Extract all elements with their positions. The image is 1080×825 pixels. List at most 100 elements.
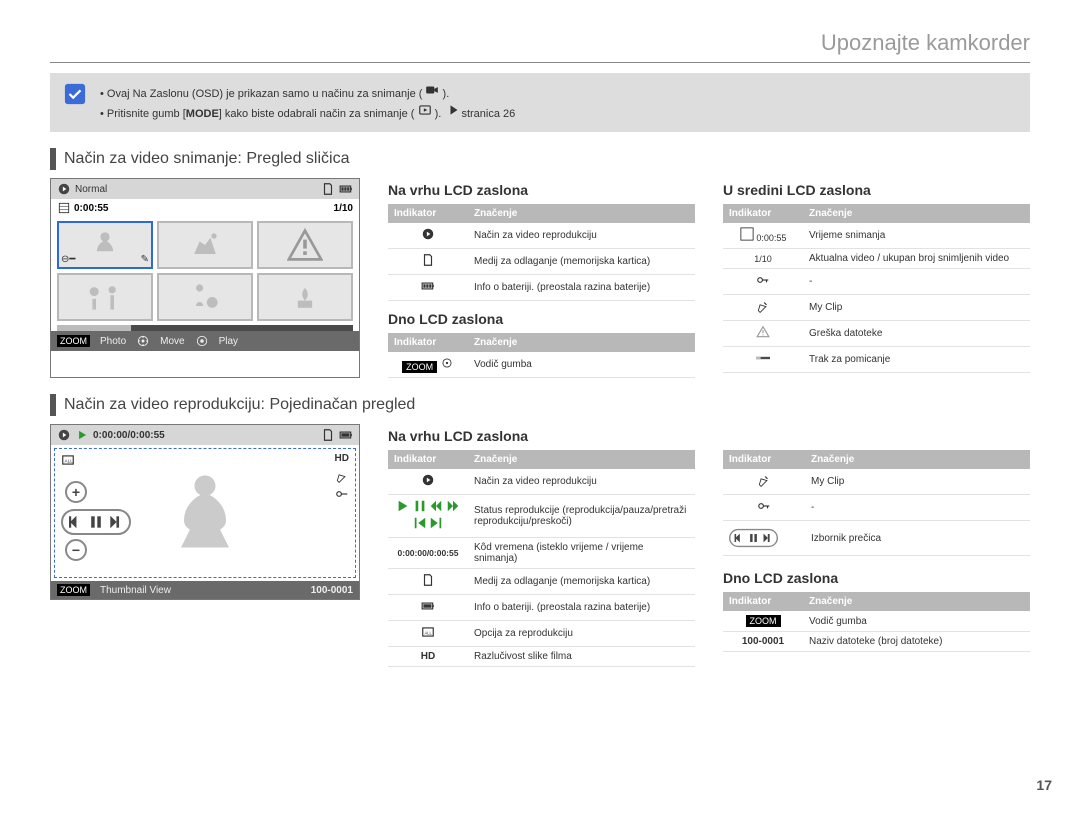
lcd-bottom-bar: ZOOM Photo Move Play [51,331,359,351]
svg-text:ALL: ALL [425,630,433,635]
battery-icon [421,599,435,613]
table-row: - [723,495,1030,521]
zoom-chip: ZOOM [746,615,781,627]
bottom-photo-label: Photo [100,336,126,347]
thumbnail-item[interactable] [157,221,253,269]
check-icon [64,83,86,105]
myclip-icon [756,299,770,313]
thumbnail-item[interactable]: ⊖━ ✎ [57,221,153,269]
table-row: Način za video reprodukciju [388,223,695,249]
next-icon[interactable] [107,513,125,531]
mode-label: Normal [75,184,107,195]
section-thumbnail-heading: Način za video snimanje: Pregled sličica [50,148,1030,170]
section2-middle-col: Na vrhu LCD zaslona IndikatorZnačenje Na… [388,424,695,667]
play-icon [396,499,410,513]
lcd-bottom-bar: ZOOM Thumbnail View 100-0001 [51,581,359,599]
sub-heading: Na vrhu LCD zaslona [388,428,695,444]
section1-right-col: U sredini LCD zaslona IndikatorZnačenje … [723,178,1030,378]
table-row: Info o bateriji. (preostala razina bater… [388,595,695,621]
thumbnail-item[interactable] [157,273,253,321]
table-center-lcd: IndikatorZnačenje 0:00:55Vrijeme snimanj… [723,204,1030,373]
table-row: Medij za odlaganje (memorijska kartica) [388,249,695,275]
battery-icon [339,182,353,196]
thumbnail-item[interactable] [257,221,353,269]
play-mode-icon [418,103,432,117]
section1-middle-col: Na vrhu LCD zaslona IndikatorZnačenje Na… [388,178,695,378]
bottom-move-label: Move [160,336,184,347]
sub-heading: Na vrhu LCD zaslona [388,182,695,198]
note-box: • Ovaj Na Zaslonu (OSD) je prikazan samo… [50,73,1030,132]
scrollbar-icon [756,351,770,365]
table-row: My Clip [723,469,1030,495]
table-right-top: IndikatorZnačenje My Clip - Izbornik pre… [723,450,1030,556]
table-right-bottom: IndikatorZnačenje ZOOMVodič gumba 100-00… [723,592,1030,652]
film-icon [57,201,71,215]
time-code: 0:00:00/0:00:55 [93,430,165,441]
skip-prev-icon [413,516,427,530]
table-row: HDRazlučivost slike filma [388,647,695,667]
note-text: • Ovaj Na Zaslonu (OSD) je prikazan samo… [100,83,515,122]
table-row: - [723,269,1030,295]
sub-heading: Dno LCD zaslona [388,311,695,327]
myclip-icon [757,473,771,487]
page-ref-icon [447,103,461,117]
battery-icon [339,428,353,442]
counter: 1/10 [334,203,353,214]
shortcut-menu-icon [729,529,778,547]
thumbnail-grid: ⊖━ ✎ [51,217,359,325]
playback-mode-icon [57,182,71,196]
myclip-icon: ✎ [141,254,149,265]
dancer-silhouette [160,467,250,560]
pause-icon [413,499,427,513]
prev-icon[interactable] [67,513,85,531]
section2-right-col: IndikatorZnačenje My Clip - Izbornik pre… [723,424,1030,652]
table-row: Izbornik prečica [723,521,1030,556]
thumbnail-item[interactable] [57,273,153,321]
battery-icon [421,279,435,293]
zoom-chip: ZOOM [57,584,90,596]
playback-mode-icon [57,428,71,442]
play-all-icon: ALL [421,625,435,639]
table-row: 100-0001Naziv datoteke (broj datoteke) [723,632,1030,652]
file-number: 100-0001 [311,585,353,596]
table-row: ZOOMVodič gumba [723,611,1030,632]
thumbnail-item[interactable] [257,273,353,321]
page-title: Upoznajte kamkorder [50,30,1030,63]
zoom-in-button[interactable]: + [65,481,87,503]
key-icon: ⊖━ [61,254,75,265]
zoom-chip: ZOOM [57,335,90,347]
transport-controls[interactable] [61,509,131,535]
table-row: My Clip [723,295,1030,321]
zoom-out-button[interactable]: − [65,539,87,561]
lcd-single-view: 0:00:00/0:00:55 ALL HD + − ZOOM Thumbnai… [50,424,360,600]
section2-row: 0:00:00/0:00:55 ALL HD + − ZOOM Thumbnai… [50,424,1030,667]
bottom-play-label: Play [219,336,238,347]
table-row: Trak za pomicanje [723,347,1030,373]
play-icon [75,428,89,442]
section-single-heading: Način za video reprodukciju: Pojedinačan… [50,394,1030,416]
key-icon [756,273,770,287]
camera-mode-icon [425,83,439,97]
playback-mode-icon [421,473,435,487]
table-row: Status reprodukcije (reprodukcija/pauza/… [388,495,695,538]
ok-dot-icon [195,334,209,348]
sd-card-icon [421,253,435,267]
table-row: 0:00:55Vrijeme snimanja [723,223,1030,249]
scroll-bar[interactable] [57,325,353,331]
skip-next-icon [429,516,443,530]
sub-heading: Dno LCD zaslona [723,570,1030,586]
table-row: Način za video reprodukciju [388,469,695,495]
zoom-chip: ZOOM [402,361,437,373]
table-top-lcd: IndikatorZnačenje Način za video reprodu… [388,204,695,301]
rec-time: 0:00:55 [74,203,108,214]
sd-card-icon [421,573,435,587]
joystick-icon [440,356,454,370]
table-row: ZOOM Vodič gumba [388,352,695,378]
pause-icon[interactable] [87,513,105,531]
lcd-thumbnail-view: Normal 0:00:55 1/10 ⊖━ ✎ [50,178,360,378]
section1-row: Normal 0:00:55 1/10 ⊖━ ✎ [50,178,1030,378]
playback-mode-icon [421,227,435,241]
sd-card-icon [321,182,335,196]
thumbnail-view-label: Thumbnail View [100,585,171,596]
page-number: 17 [1036,777,1052,793]
